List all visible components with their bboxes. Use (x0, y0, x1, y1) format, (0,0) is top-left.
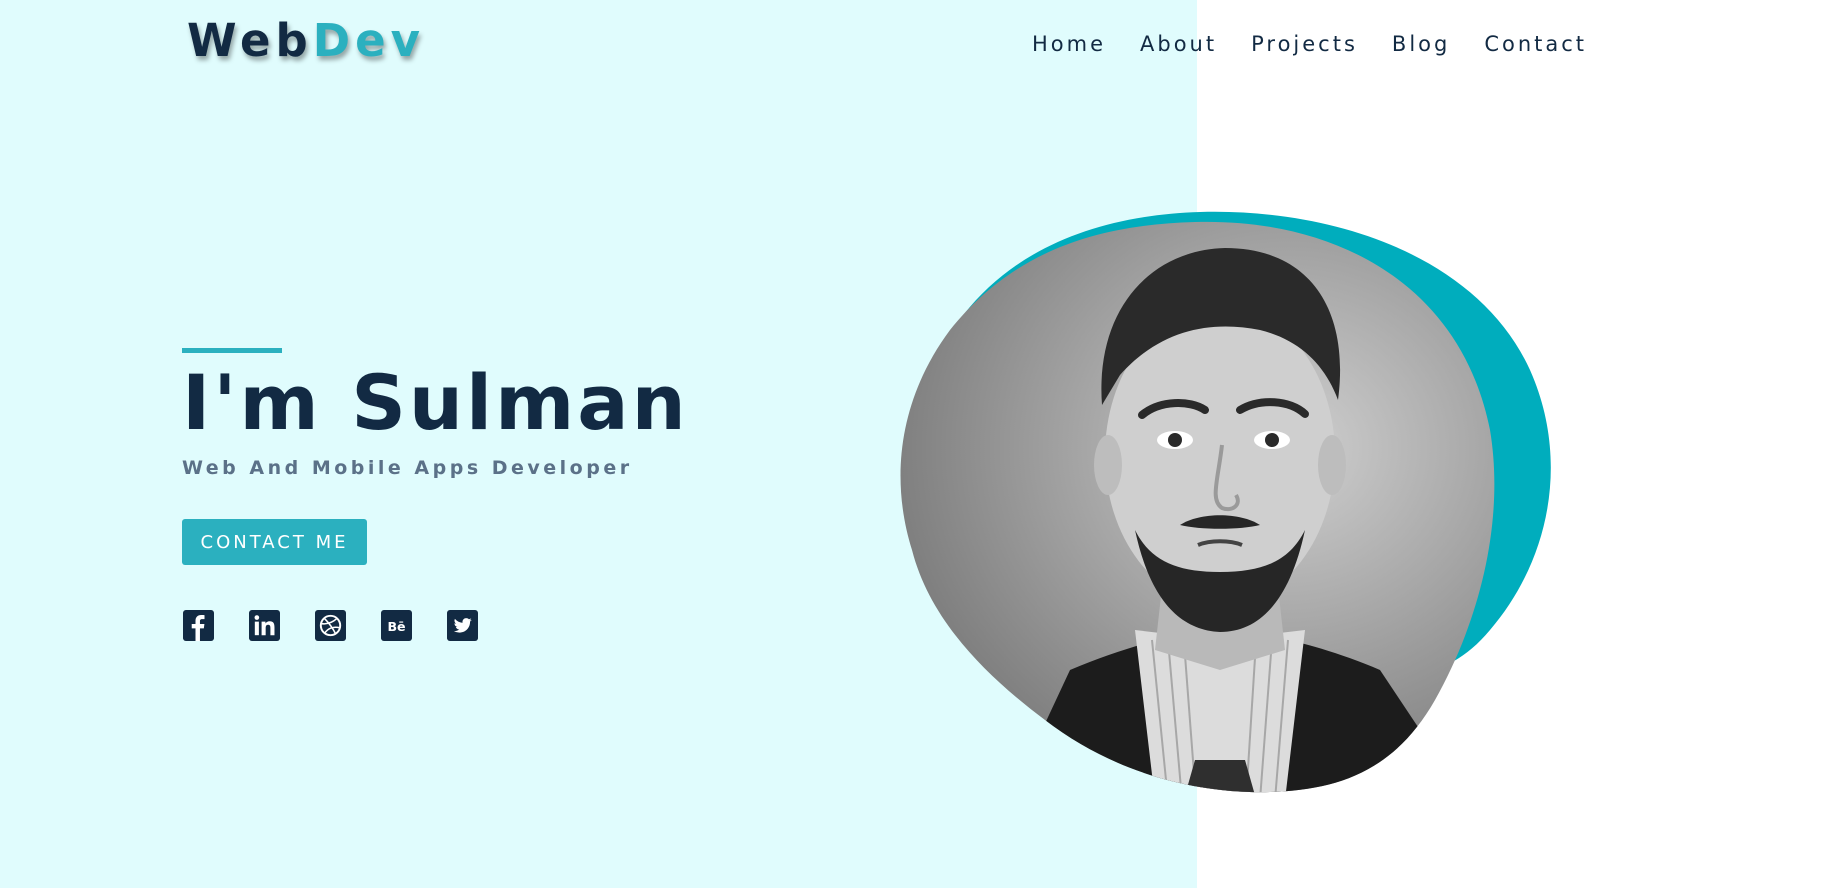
logo[interactable]: WebDev (187, 14, 425, 67)
nav-projects[interactable]: Projects (1251, 32, 1358, 56)
nav-blog[interactable]: Blog (1392, 32, 1450, 56)
nav-home[interactable]: Home (1032, 32, 1106, 56)
logo-part-web: Web (187, 14, 313, 67)
twitter-icon[interactable] (447, 610, 478, 641)
behance-icon[interactable]: Bē (381, 610, 412, 641)
hero-subtitle: Web And Mobile Apps Developer (182, 457, 633, 479)
facebook-icon[interactable] (183, 610, 214, 641)
hero-title: I'm Sulman (182, 358, 689, 447)
profile-photo-blob (900, 211, 1551, 793)
contact-me-button[interactable]: CONTACT ME (182, 519, 367, 565)
dribbble-icon[interactable] (315, 610, 346, 641)
main-nav: Home About Projects Blog Contact (1032, 32, 1621, 56)
nav-about[interactable]: About (1140, 32, 1217, 56)
social-links: Bē (183, 610, 478, 641)
svg-text:Bē: Bē (387, 619, 405, 634)
linkedin-icon[interactable] (249, 610, 280, 641)
logo-part-dev: Dev (312, 14, 425, 67)
nav-contact[interactable]: Contact (1484, 32, 1587, 56)
title-accent-line (182, 348, 282, 353)
